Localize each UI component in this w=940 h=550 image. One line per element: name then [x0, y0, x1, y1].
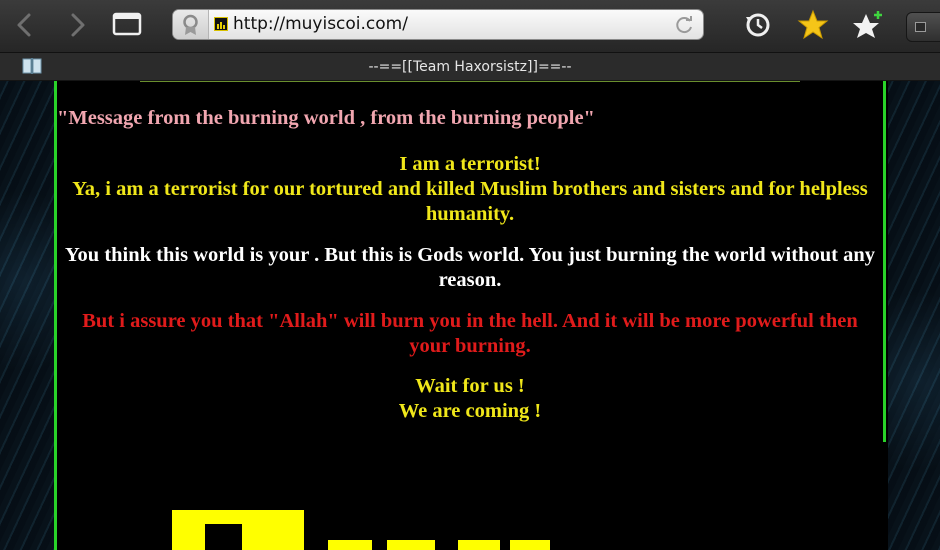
logo-stroke — [328, 540, 372, 550]
tabs-icon[interactable] — [112, 12, 142, 36]
site-info-icon[interactable] — [173, 10, 209, 39]
left-green-border — [54, 81, 57, 550]
back-icon[interactable] — [10, 10, 40, 40]
top-divider — [140, 81, 800, 82]
assure-message: But i assure you that "Allah" will burn … — [82, 310, 858, 357]
terrorist-line-2: Ya, i am a terrorist for our tortured an… — [72, 178, 868, 225]
coming-line: We are coming ! — [398, 400, 542, 422]
logo-stroke — [387, 540, 435, 550]
history-icon[interactable] — [741, 8, 775, 42]
address-bar[interactable]: http://muyiscoi.com/ — [172, 9, 704, 40]
window-button[interactable] — [906, 12, 940, 42]
right-green-border — [883, 81, 886, 442]
right-background — [885, 81, 940, 550]
browser-toolbar: http://muyiscoi.com/ — [0, 0, 940, 53]
url-text[interactable]: http://muyiscoi.com/ — [233, 14, 408, 34]
coming-message: Wait for us ! We are coming ! — [60, 374, 880, 424]
logo-stroke — [242, 510, 304, 550]
logo-stroke — [458, 540, 500, 550]
page-title-bar: --==[[Team Haxorsistz]]==-- — [0, 53, 940, 81]
left-background — [0, 81, 60, 550]
forward-icon[interactable] — [62, 10, 92, 40]
logo-stroke — [510, 540, 550, 550]
quote-text: "Message from the burning world , from t… — [57, 107, 595, 129]
add-bookmark-icon[interactable] — [851, 8, 885, 42]
page-title: --==[[Team Haxorsistz]]==-- — [368, 59, 572, 75]
favicon — [214, 17, 228, 31]
terrorist-line-1: I am a terrorist! — [399, 153, 541, 175]
world-message: You think this world is your . But this … — [65, 244, 875, 291]
reload-icon[interactable] — [673, 14, 695, 36]
wait-line: Wait for us ! — [415, 375, 525, 397]
terrorist-message: I am a terrorist! Ya, i am a terrorist f… — [60, 152, 880, 227]
bookmark-star-icon[interactable] — [796, 8, 830, 42]
